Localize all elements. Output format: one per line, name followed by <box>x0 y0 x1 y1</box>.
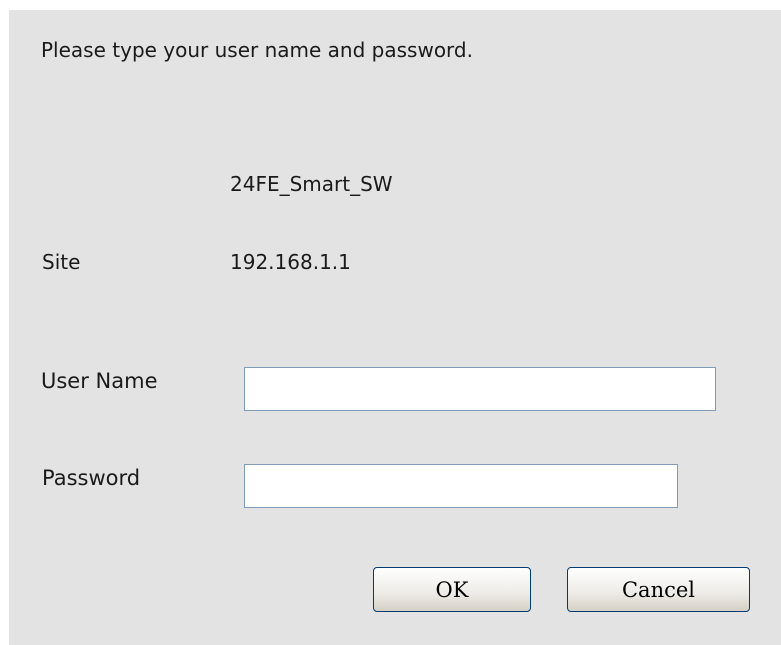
site-value: 192.168.1.1 <box>230 250 351 274</box>
user-name-input[interactable] <box>244 367 716 411</box>
prompt-text: Please type your user name and password. <box>41 38 473 62</box>
login-dialog: Please type your user name and password.… <box>9 10 781 645</box>
password-label: Password <box>42 466 141 490</box>
user-name-label: User Name <box>41 369 158 393</box>
cancel-button[interactable]: Cancel <box>567 567 750 612</box>
password-input[interactable] <box>244 464 678 508</box>
ok-button[interactable]: OK <box>373 567 531 612</box>
site-label: Site <box>42 250 81 274</box>
realm-text: 24FE_Smart_SW <box>230 172 393 196</box>
